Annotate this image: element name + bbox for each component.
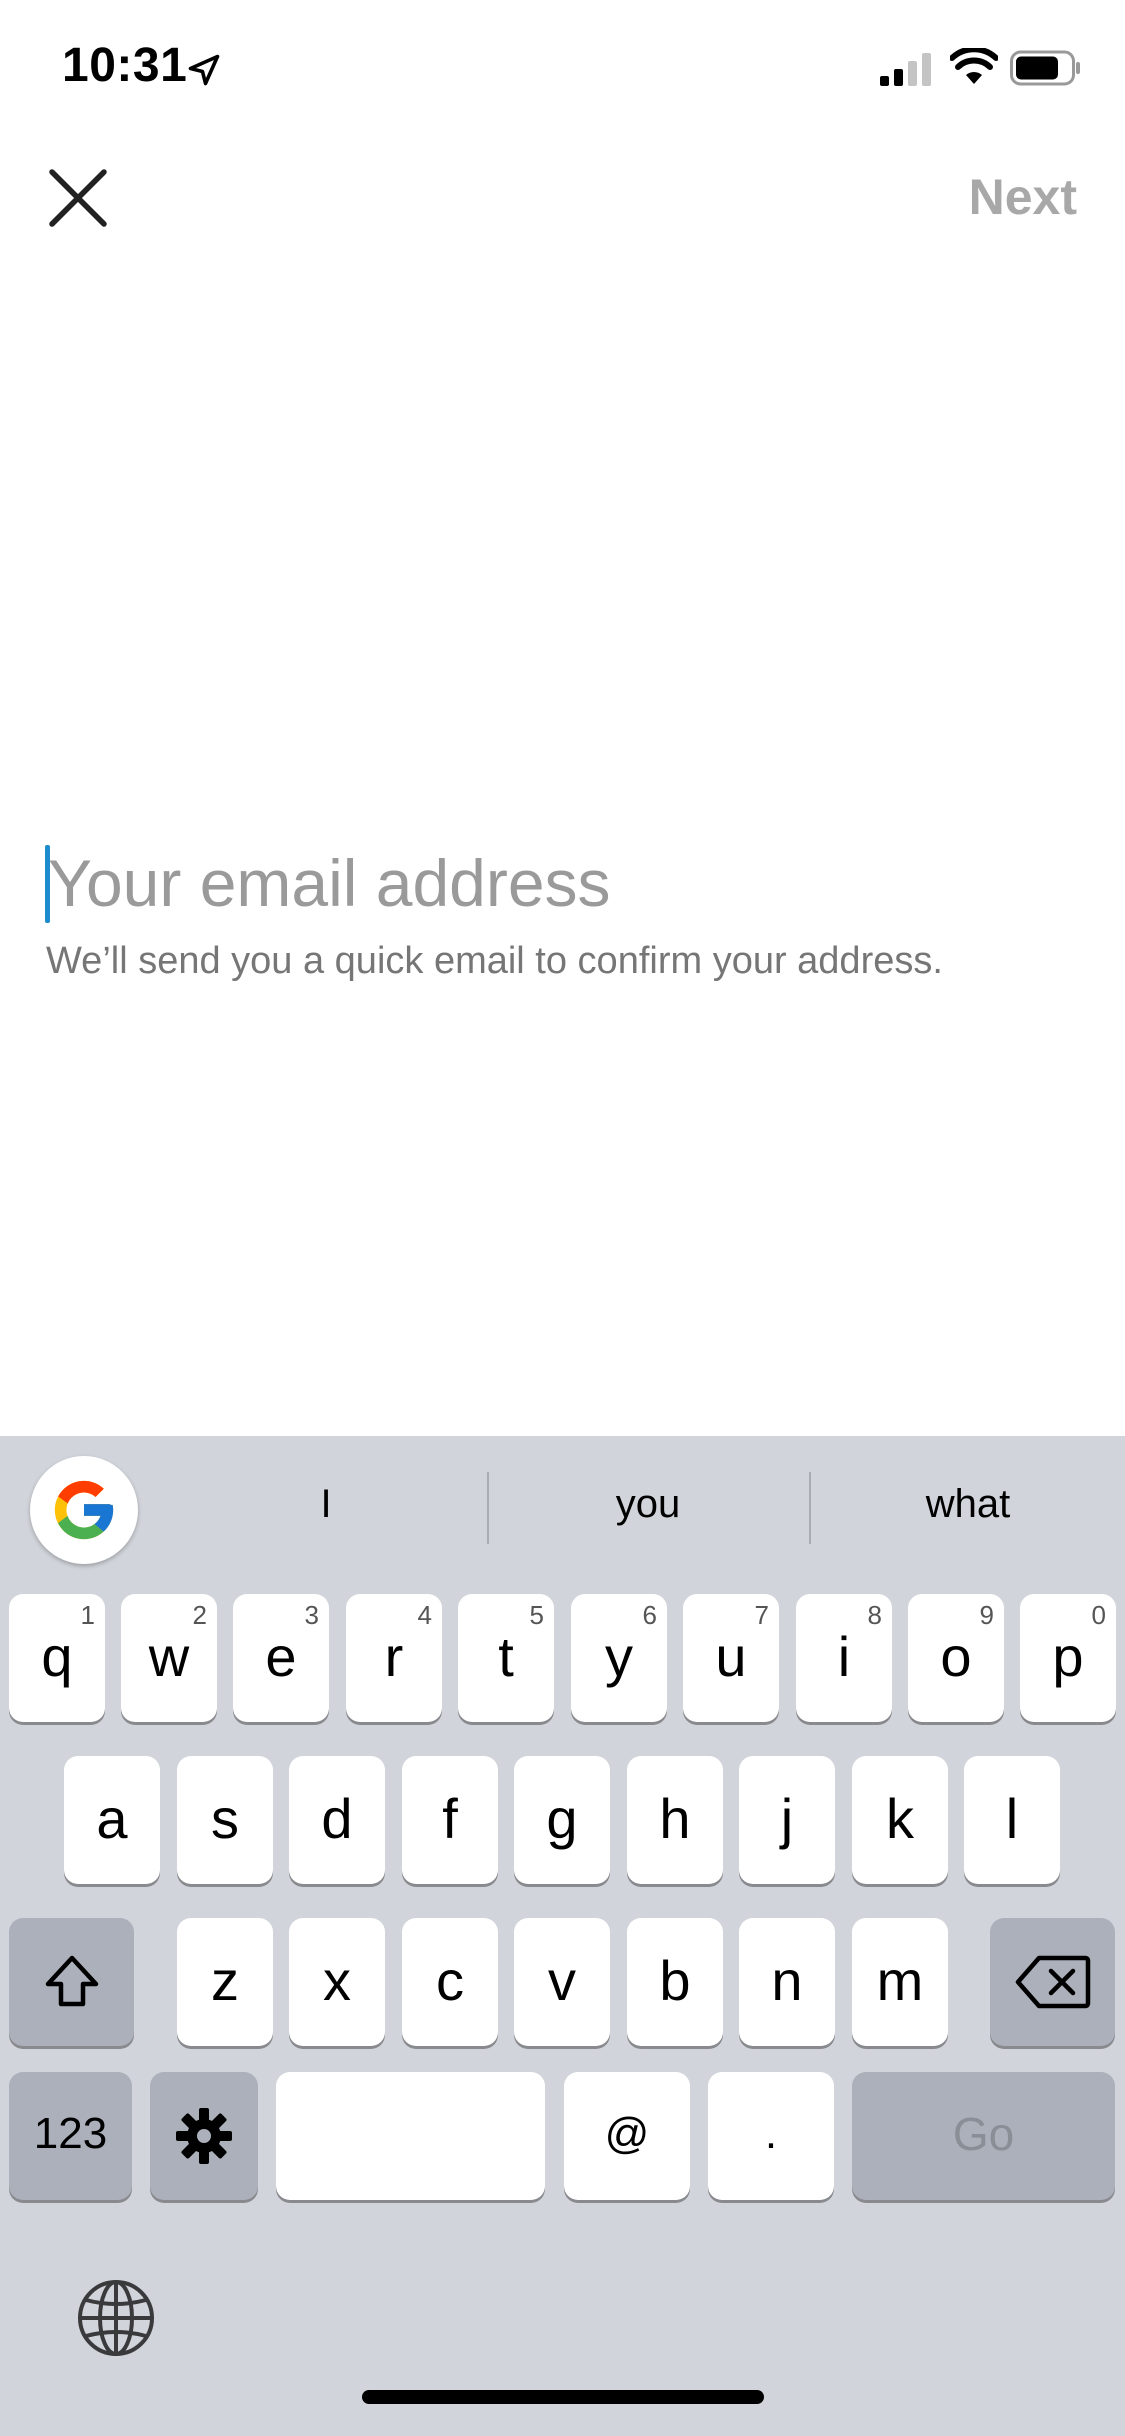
key-v[interactable]: v [514,1918,610,2046]
key-f[interactable]: f [402,1756,498,1884]
suggestion-divider [487,1472,489,1544]
key-q[interactable]: 1q [9,1594,105,1722]
key-r[interactable]: 4r [346,1594,442,1722]
email-input[interactable] [44,842,1084,924]
globe-icon[interactable] [76,2278,156,2358]
space-key[interactable] [276,2072,545,2200]
shift-key[interactable] [9,1918,134,2046]
key-o[interactable]: 9o [908,1594,1004,1722]
key-m[interactable]: m [852,1918,948,2046]
key-w[interactable]: 2w [121,1594,217,1722]
delete-key[interactable] [990,1918,1115,2046]
suggestion-divider [809,1472,811,1544]
settings-key[interactable] [150,2072,258,2200]
key-z[interactable]: z [177,1918,273,2046]
screen: 10:31 Next We’ll send you a quick email … [0,0,1125,2436]
suggestion-2[interactable]: you [560,1482,736,1542]
key-s[interactable]: s [177,1756,273,1884]
status-time: 10:31 [62,39,188,92]
key-j[interactable]: j [739,1756,835,1884]
key-a[interactable]: a [64,1756,160,1884]
key-i[interactable]: 8i [796,1594,892,1722]
home-indicator [362,2390,764,2404]
suggestion-1[interactable]: I [270,1482,382,1542]
settings-gear-icon [176,2108,232,2164]
google-icon [54,1480,114,1540]
key-c[interactable]: c [402,1918,498,2046]
key-l[interactable]: l [964,1756,1060,1884]
close-icon[interactable] [40,160,116,236]
key-y[interactable]: 6y [571,1594,667,1722]
numbers-key[interactable]: 123 [9,2072,132,2200]
key-u[interactable]: 7u [683,1594,779,1722]
dot-key[interactable]: . [708,2072,834,2200]
email-helper-text: We’ll send you a quick email to confirm … [46,940,943,982]
at-key[interactable]: @ [564,2072,690,2200]
key-k[interactable]: k [852,1756,948,1884]
key-p[interactable]: 0p [1020,1594,1116,1722]
key-d[interactable]: d [289,1756,385,1884]
suggestion-3[interactable]: what [880,1482,1056,1542]
key-b[interactable]: b [627,1918,723,2046]
location-arrow-icon [188,54,220,86]
key-e[interactable]: 3e [233,1594,329,1722]
shift-icon [45,1955,98,2007]
keyboard: I you what 1q 2w 3e 4r 5t 6y 7u 8i 9o 0p… [0,1436,1125,2436]
next-button[interactable]: Next [969,168,1077,226]
status-bar: 10:31 [0,0,1125,135]
text-cursor [45,845,50,923]
key-x[interactable]: x [289,1918,385,2046]
key-g[interactable]: g [514,1756,610,1884]
wifi-icon [950,48,998,84]
key-t[interactable]: 5t [458,1594,554,1722]
battery-icon [1010,50,1080,86]
go-key[interactable]: Go [852,2072,1115,2200]
signal-icon [880,53,931,86]
key-n[interactable]: n [739,1918,835,2046]
key-h[interactable]: h [627,1756,723,1884]
google-button[interactable] [30,1456,138,1564]
delete-icon [1015,1955,1090,2009]
